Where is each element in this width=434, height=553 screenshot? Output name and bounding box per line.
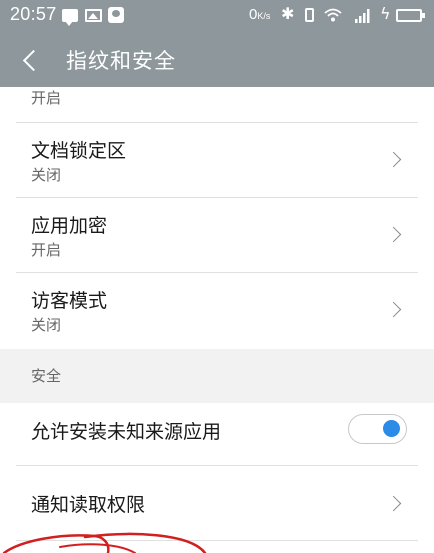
battery-icon <box>396 9 425 22</box>
message-icon <box>62 9 78 26</box>
list-item-status: 关闭 <box>31 166 62 184</box>
red-annotation-scribble <box>2 532 207 553</box>
list-item-status: 开启 <box>31 241 62 259</box>
chevron-right-icon <box>385 151 402 168</box>
list-item-label: 访客模式 <box>31 290 108 312</box>
list-item-unknown-sources[interactable]: 允许安装未知来源应用 <box>0 403 434 465</box>
list-item-doc-lock[interactable]: 文档锁定区 关闭 <box>0 123 434 197</box>
wifi-icon <box>324 8 342 22</box>
list-item-label: 应用加密 <box>31 215 108 237</box>
charging-icon: ϟ <box>380 4 391 23</box>
title-bar: 指纹和安全 <box>0 32 434 87</box>
net-speed: 0K/s <box>249 6 271 23</box>
vibrate-icon <box>305 8 314 22</box>
list-item-partial[interactable]: 开启 <box>0 87 434 123</box>
list-item-label: 通知读取权限 <box>31 494 146 516</box>
chevron-right-icon <box>385 226 402 243</box>
chevron-right-icon <box>385 301 402 318</box>
notification-bag-icon <box>108 7 124 23</box>
list-item-status: 关闭 <box>31 316 62 334</box>
list-item-label: 允许安装未知来源应用 <box>31 421 222 443</box>
image-icon <box>85 9 102 22</box>
page-title: 指纹和安全 <box>66 49 176 73</box>
chevron-right-icon <box>385 495 402 512</box>
unknown-sources-toggle[interactable] <box>348 414 407 444</box>
section-header: 安全 <box>0 349 434 403</box>
list-item-status: 开启 <box>31 89 62 107</box>
settings-list: 开启 文档锁定区 关闭 应用加密 开启 访客模式 关闭 安全 允许安装未知来源应… <box>0 87 434 553</box>
list-item-guest-mode[interactable]: 访客模式 关闭 <box>0 273 434 349</box>
section-title: 安全 <box>31 367 62 385</box>
list-item-label: 文档锁定区 <box>31 140 127 162</box>
toggle-knob <box>383 420 400 437</box>
status-bar: 20:57 0K/s ✱ ϟ <box>0 0 434 32</box>
list-item-app-encrypt[interactable]: 应用加密 开启 <box>0 198 434 272</box>
status-time: 20:57 <box>10 4 57 24</box>
back-button[interactable] <box>14 42 50 78</box>
bluetooth-icon: ✱ <box>281 4 295 23</box>
signal-4g-icon <box>355 9 370 23</box>
